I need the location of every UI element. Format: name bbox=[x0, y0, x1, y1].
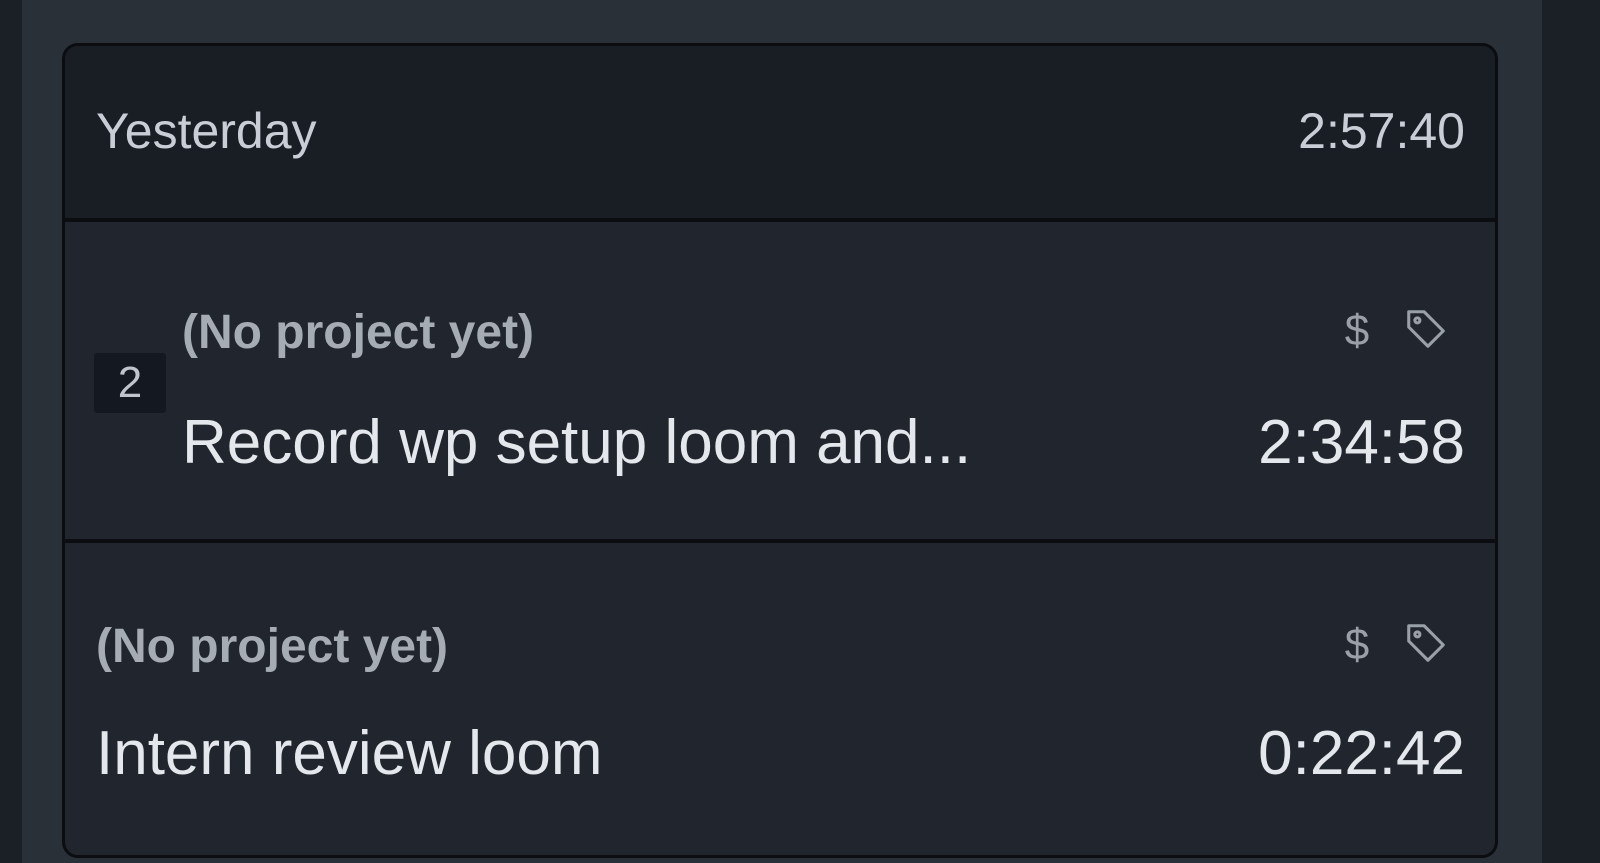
time-entry-row[interactable]: (No project yet) Intern review loom 0:22… bbox=[65, 543, 1495, 855]
tag-icon[interactable] bbox=[1403, 620, 1449, 666]
dollar-icon[interactable]: $ bbox=[1340, 623, 1374, 667]
entry-duration[interactable]: 2:34:58 bbox=[1258, 412, 1465, 474]
day-label: Yesterday bbox=[96, 103, 317, 159]
day-group-card: Yesterday 2:57:40 2 (No project yet) Rec… bbox=[62, 43, 1498, 858]
entry-description[interactable]: Intern review loom bbox=[96, 723, 603, 785]
day-total-duration: 2:57:40 bbox=[1298, 103, 1465, 159]
entry-duration[interactable]: 0:22:42 bbox=[1258, 723, 1465, 785]
grouped-entries-count-badge[interactable]: 2 bbox=[94, 353, 166, 413]
time-entry-row[interactable]: 2 (No project yet) Record wp setup loom … bbox=[65, 222, 1495, 543]
day-group-header[interactable]: Yesterday 2:57:40 bbox=[65, 46, 1495, 222]
tag-icon[interactable] bbox=[1403, 306, 1449, 352]
project-label[interactable]: (No project yet) bbox=[96, 623, 448, 671]
dollar-icon[interactable]: $ bbox=[1340, 309, 1374, 353]
project-label[interactable]: (No project yet) bbox=[182, 309, 534, 357]
app-window: Yesterday 2:57:40 2 (No project yet) Rec… bbox=[0, 0, 1600, 863]
entry-description[interactable]: Record wp setup loom and... bbox=[182, 412, 971, 474]
